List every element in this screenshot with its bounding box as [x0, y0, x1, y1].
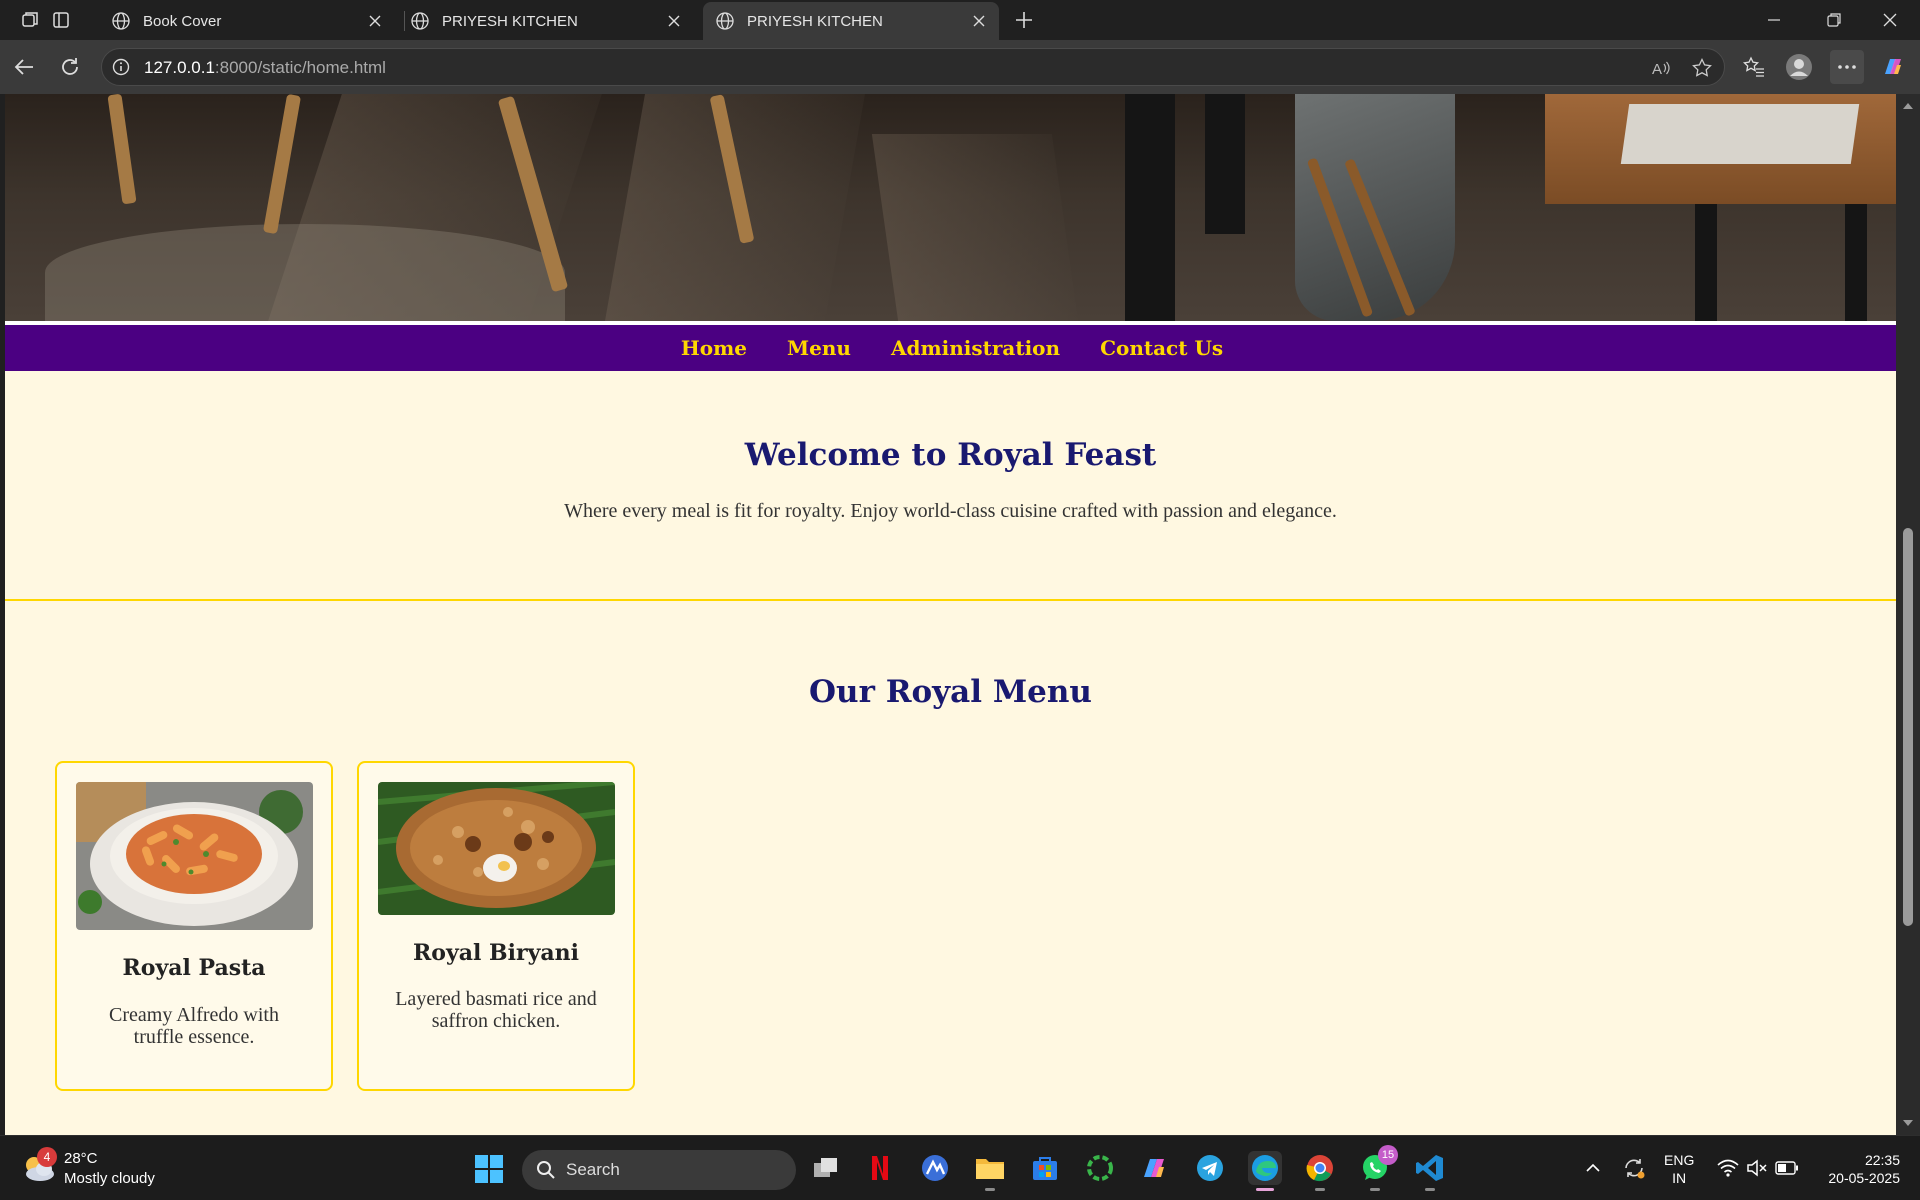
favorite-star-icon[interactable] — [1691, 57, 1713, 79]
taskbar-search[interactable]: Search — [522, 1150, 796, 1190]
welcome-section: Welcome to Royal Feast Where every meal … — [5, 371, 1896, 594]
wifi-icon[interactable] — [1716, 1152, 1740, 1184]
tab-book-cover[interactable]: Book Cover — [99, 2, 395, 40]
ring-app-icon[interactable] — [1083, 1151, 1117, 1185]
netflix-icon[interactable] — [863, 1151, 897, 1185]
globe-icon — [716, 12, 734, 30]
tab-priyesh-kitchen-active[interactable]: PRIYESH KITCHEN — [703, 2, 999, 40]
battery-icon[interactable] — [1774, 1152, 1800, 1184]
weather-badge: 4 — [37, 1147, 57, 1167]
page-viewport: Home Menu Administration Contact Us Welc… — [5, 94, 1896, 1135]
running-indicator — [985, 1188, 995, 1191]
workspaces-icon[interactable] — [18, 8, 42, 32]
menu-title: Our Royal Menu — [809, 674, 1092, 710]
weather-description[interactable]: Mostly cloudy — [64, 1170, 155, 1187]
running-indicator — [1425, 1188, 1435, 1191]
nav-administration-link[interactable]: Administration — [888, 336, 1060, 360]
telegram-icon[interactable] — [1193, 1151, 1227, 1185]
globe-icon — [411, 12, 429, 30]
vscode-icon[interactable] — [1413, 1151, 1447, 1191]
card-title: Royal Pasta — [122, 955, 266, 981]
language-indicator[interactable]: ENG IN — [1664, 1151, 1694, 1187]
favorites-icon[interactable] — [1740, 53, 1768, 81]
search-icon — [537, 1161, 555, 1179]
tab-actions-icon[interactable] — [49, 8, 73, 32]
pasta-image — [76, 782, 313, 930]
copilot-app-icon[interactable] — [1138, 1151, 1172, 1185]
hero-image — [5, 94, 1896, 321]
svg-text:A: A — [1652, 61, 1662, 78]
whatsapp-badge: 15 — [1378, 1145, 1398, 1165]
copilot-icon[interactable] — [1879, 53, 1907, 81]
task-view-icon[interactable] — [809, 1151, 843, 1185]
clock[interactable]: 22:35 20-05-2025 — [1816, 1151, 1900, 1187]
nav-menu-link[interactable]: Menu — [784, 336, 851, 360]
card-description: Layered basmati rice and saffron chicken… — [395, 988, 597, 1032]
profile-avatar[interactable] — [1785, 53, 1813, 81]
tab-bar: Book Cover PRIYESH KITCHEN PRIYESH KITCH… — [0, 0, 1920, 40]
biryani-image — [378, 782, 615, 915]
app-logo-icon[interactable] — [918, 1151, 952, 1185]
page-scrollbar[interactable] — [1896, 94, 1920, 1135]
scroll-up-icon[interactable] — [1902, 100, 1914, 112]
menu-card-pasta: Royal Pasta Creamy Alfredo with truffle … — [55, 761, 333, 1091]
close-icon[interactable] — [969, 11, 989, 31]
file-explorer-icon[interactable] — [973, 1151, 1007, 1191]
nav-contact-link[interactable]: Contact Us — [1097, 336, 1223, 360]
card-title: Royal Biryani — [413, 940, 579, 966]
edge-browser-icon[interactable] — [1248, 1151, 1282, 1191]
url-field[interactable]: 127.0.0.1:8000/static/home.html A — [101, 48, 1725, 86]
welcome-title: Welcome to Royal Feast — [744, 437, 1157, 473]
minimize-icon[interactable] — [1746, 0, 1802, 40]
address-bar: 127.0.0.1:8000/static/home.html A — [0, 40, 1920, 94]
globe-icon — [112, 12, 130, 30]
chrome-icon[interactable] — [1303, 1151, 1337, 1191]
close-icon[interactable] — [365, 11, 385, 31]
back-arrow-icon[interactable] — [10, 53, 38, 81]
restore-icon[interactable] — [1806, 0, 1862, 40]
refresh-icon[interactable] — [56, 53, 84, 81]
section-divider — [5, 599, 1896, 601]
search-label: Search — [566, 1160, 620, 1179]
running-indicator — [1315, 1188, 1325, 1191]
tab-title: Book Cover — [143, 12, 222, 30]
windows-start-icon[interactable] — [474, 1154, 504, 1184]
site-info-icon[interactable] — [112, 58, 130, 76]
taskbar: 4 28°C Mostly cloudy Search 15 ENG IN 22… — [0, 1135, 1920, 1200]
tab-title: PRIYESH KITCHEN — [442, 12, 578, 30]
url-text: 127.0.0.1:8000/static/home.html — [144, 58, 386, 77]
volume-muted-icon[interactable] — [1745, 1152, 1769, 1184]
settings-more-icon[interactable] — [1830, 50, 1864, 84]
microsoft-store-icon[interactable] — [1028, 1151, 1062, 1185]
chevron-up-icon[interactable] — [1583, 1152, 1603, 1184]
read-aloud-icon[interactable]: A — [1650, 57, 1672, 79]
scroll-down-icon[interactable] — [1902, 1117, 1914, 1129]
scroll-thumb[interactable] — [1903, 528, 1913, 926]
sync-icon[interactable] — [1620, 1152, 1648, 1184]
main-nav: Home Menu Administration Contact Us — [5, 325, 1896, 371]
menu-card-biryani: Royal Biryani Layered basmati rice and s… — [357, 761, 635, 1091]
weather-temp[interactable]: 28°C — [64, 1150, 98, 1167]
running-indicator — [1370, 1188, 1380, 1191]
tab-title: PRIYESH KITCHEN — [747, 12, 883, 30]
close-icon[interactable] — [664, 11, 684, 31]
tab-priyesh-kitchen-1[interactable]: PRIYESH KITCHEN — [398, 2, 694, 40]
new-tab-icon[interactable] — [1012, 8, 1036, 32]
card-description: Creamy Alfredo with truffle essence. — [109, 1004, 279, 1048]
welcome-text: Where every meal is fit for royalty. Enj… — [564, 500, 1337, 522]
active-indicator — [1256, 1188, 1274, 1191]
nav-home-link[interactable]: Home — [678, 336, 747, 360]
whatsapp-icon[interactable]: 15 — [1358, 1145, 1398, 1191]
close-window-icon[interactable] — [1862, 0, 1918, 40]
